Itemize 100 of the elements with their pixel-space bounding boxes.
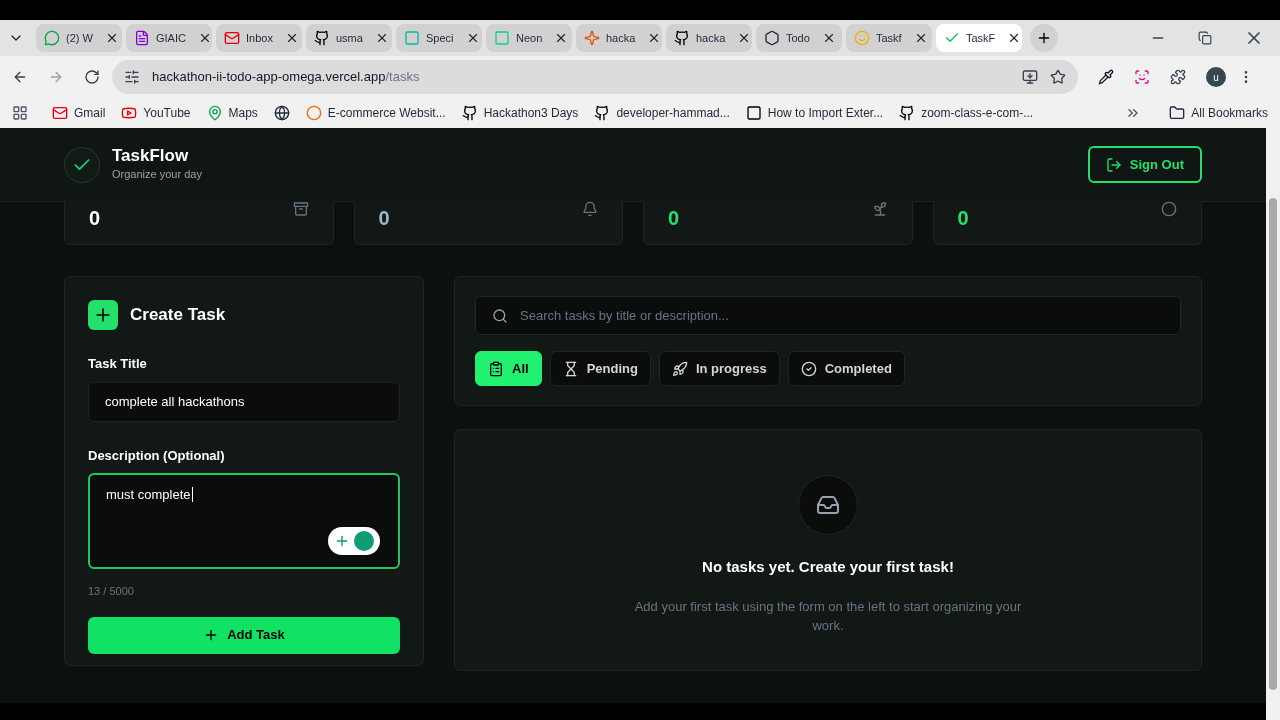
- site-settings-icon[interactable]: [124, 69, 140, 85]
- apps-icon[interactable]: [12, 105, 28, 121]
- square-icon: [745, 105, 762, 121]
- bookmark-star-icon[interactable]: [1050, 69, 1066, 85]
- empty-description: Add your first task using the form on the left to start organizing your work.: [633, 597, 1023, 635]
- browser-tab[interactable]: Speci: [396, 24, 482, 52]
- browser-tab[interactable]: GIAIC: [126, 24, 212, 52]
- filter-tab[interactable]: All: [475, 351, 542, 386]
- archive-icon: [292, 201, 309, 217]
- bookmark[interactable]: Gmail: [52, 104, 106, 122]
- mail-icon: [52, 105, 68, 121]
- rocket-icon: [671, 360, 688, 377]
- plus-icon: [88, 300, 118, 330]
- reload-icon[interactable]: [84, 69, 100, 85]
- empty-title: No tasks yet. Create your first task!: [702, 557, 954, 577]
- browser-tab[interactable]: (2) W: [36, 24, 122, 52]
- github-icon: [899, 105, 916, 121]
- search-field[interactable]: Search tasks by title or description...: [475, 296, 1181, 335]
- circle-icon: [1161, 201, 1177, 217]
- bookmark[interactable]: How to Import Exter...: [745, 104, 884, 122]
- filter-tab[interactable]: Completed: [787, 351, 905, 386]
- play-icon: [121, 105, 138, 121]
- browser-tab[interactable]: usma: [306, 24, 392, 52]
- browser-tab[interactable]: TaskF: [936, 24, 1022, 52]
- title-input-field[interactable]: complete all hackathons: [88, 381, 400, 422]
- bookmark[interactable]: YouTube: [121, 104, 191, 122]
- github-icon: [594, 105, 611, 121]
- tab-title: Taskf: [876, 30, 902, 46]
- plus-icon: [1036, 30, 1052, 46]
- chat-bubble-icon: [44, 30, 60, 46]
- bookmark[interactable]: [273, 105, 290, 121]
- github-icon: [461, 105, 478, 121]
- app-title: TaskFlow: [112, 146, 190, 167]
- eyedropper-icon[interactable]: [1098, 69, 1114, 85]
- description-textarea[interactable]: must complete: [88, 473, 400, 569]
- browser-tab[interactable]: Todo: [756, 24, 842, 52]
- bookmark[interactable]: zoom-class-e-com-...: [899, 104, 1034, 122]
- profile-avatar[interactable]: u: [1206, 67, 1226, 87]
- stat-value: 0: [668, 206, 680, 231]
- tab-title: (2) W: [66, 30, 93, 46]
- sign-out-icon: [1105, 156, 1122, 173]
- sign-out-button[interactable]: Sign Out: [1087, 146, 1202, 183]
- field-label: Description (Optional): [88, 446, 226, 465]
- sprout-icon: [871, 201, 888, 217]
- extensions-icon[interactable]: [1170, 69, 1186, 85]
- check-circle-icon: [800, 360, 817, 377]
- field-label: Task Title: [88, 355, 148, 373]
- address-bar[interactable]: hackathon-ii-todo-app-omega.vercel.app/tasks: [112, 60, 1078, 94]
- tab-title: Inbox: [246, 30, 273, 46]
- globe-icon: [273, 105, 290, 121]
- smiley-icon: [854, 30, 870, 46]
- restore-icon[interactable]: [1198, 31, 1212, 45]
- browser-tab[interactable]: hacka: [576, 24, 662, 52]
- lens-icon[interactable]: [1134, 69, 1150, 85]
- stat-value: 0: [89, 206, 101, 231]
- clipboard-icon: [488, 360, 504, 377]
- browser-tab[interactable]: Neon: [486, 24, 572, 52]
- browser-tab[interactable]: Taskf: [846, 24, 932, 52]
- new-tab-button[interactable]: [1030, 24, 1058, 52]
- grammar-extension-icon[interactable]: [328, 527, 380, 555]
- square-icon: [494, 30, 510, 46]
- bookmark[interactable]: developer-hammad...: [594, 104, 730, 122]
- square-icon: [404, 30, 420, 46]
- logo-check-icon: [64, 146, 100, 183]
- browser-tab[interactable]: hacka: [666, 24, 752, 52]
- github-icon: [314, 30, 330, 46]
- github-icon: [674, 30, 690, 46]
- bookmark[interactable]: E-commerce Websit...: [305, 104, 446, 122]
- circle-icon: [305, 105, 322, 121]
- bookmark[interactable]: Maps: [206, 104, 258, 122]
- tab-title: hacka: [696, 30, 726, 46]
- tab-title: TaskF: [966, 30, 996, 46]
- search-icon: [492, 307, 508, 324]
- tab-title: Speci: [426, 30, 454, 46]
- pin-icon: [206, 105, 223, 121]
- all-bookmarks[interactable]: All Bookmarks: [1169, 104, 1268, 122]
- tab-title: GIAIC: [156, 30, 186, 46]
- bell-icon: [582, 201, 598, 217]
- tab-title: usma: [336, 30, 363, 46]
- back-icon[interactable]: [12, 69, 28, 85]
- app-tagline: Organize your day: [112, 167, 202, 183]
- filter-tab[interactable]: In progress: [658, 351, 780, 386]
- character-counter: 13 / 5000: [88, 584, 135, 599]
- filter-tab[interactable]: Pending: [549, 351, 651, 386]
- add-task-button[interactable]: Add Task: [88, 616, 400, 654]
- tab-title: Todo: [786, 30, 810, 46]
- document-icon: [134, 30, 150, 46]
- install-icon[interactable]: [1022, 69, 1038, 85]
- card-title: Create Task: [130, 304, 226, 327]
- scrollbar[interactable]: [1266, 128, 1280, 720]
- browser-tab[interactable]: Inbox: [216, 24, 302, 52]
- tab-title: Neon: [516, 30, 543, 46]
- url-text: hackathon-ii-todo-app-omega.vercel.app/tasks: [152, 68, 421, 87]
- hexagon-icon: [764, 30, 780, 46]
- folder-icon: [1169, 105, 1186, 121]
- stat-value: 0: [378, 206, 390, 231]
- stat-value: 0: [957, 206, 969, 231]
- mail-icon: [224, 30, 240, 46]
- bookmark[interactable]: Hackathon3 Days: [461, 104, 579, 122]
- sparkle-icon: [584, 30, 600, 46]
